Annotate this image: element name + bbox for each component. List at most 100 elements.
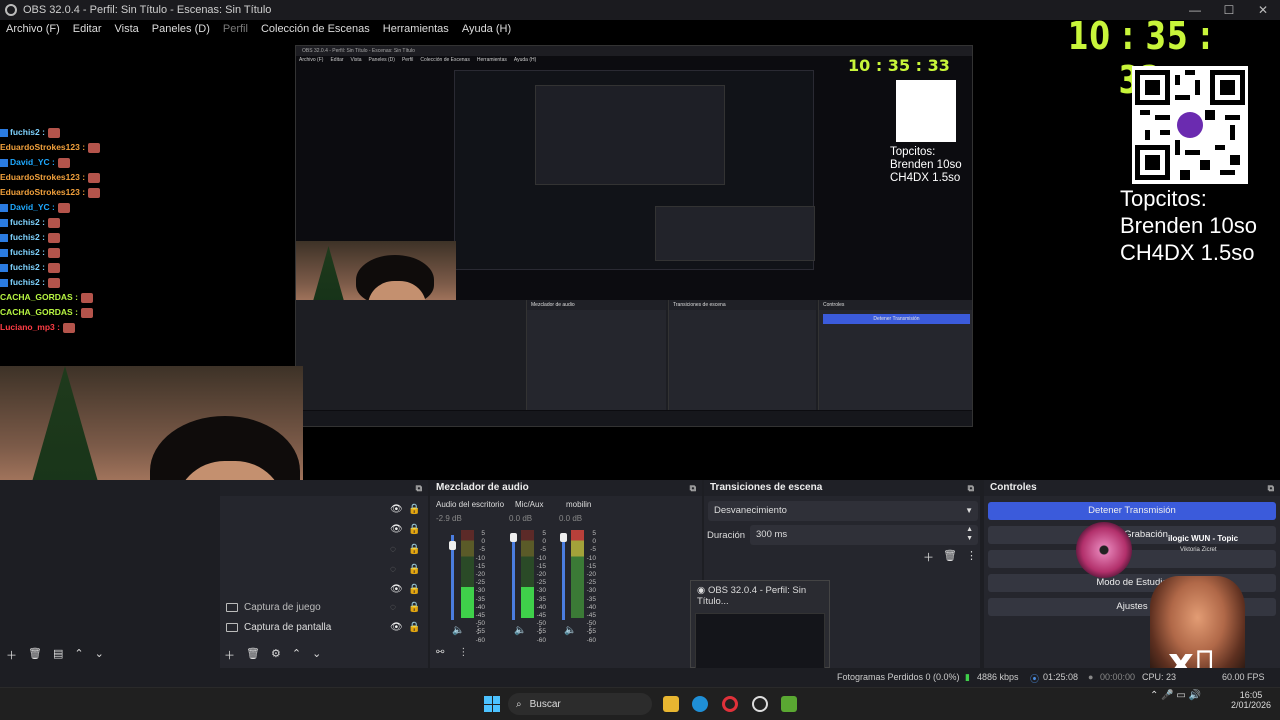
add-icon[interactable]: ＋ [6, 647, 17, 663]
link-icon[interactable]: ⚯ [436, 647, 444, 658]
move-up-icon[interactable]: ⌃ [74, 647, 83, 663]
file-explorer-icon[interactable] [663, 696, 679, 712]
badge-icon [0, 278, 8, 287]
transition-select[interactable]: Desvanecimiento ▼ [708, 501, 978, 521]
emote-icon [47, 262, 60, 273]
lock-icon[interactable]: 🔒 [408, 564, 420, 575]
float-panel-icon[interactable]: ⧉ [416, 480, 422, 496]
spin-arrows-icon[interactable]: ▲ ▼ [966, 525, 973, 543]
emote-icon [88, 187, 101, 198]
sources-header: ⧉ [220, 480, 428, 496]
more-icon[interactable]: ⋮ [458, 647, 468, 658]
source-row-game-capture[interactable]: Captura de juego ◌ 🔒 [226, 598, 428, 616]
more-icon[interactable]: ⋮ [535, 625, 545, 636]
source-row-hidden-4[interactable]: ◌ 🔒 [226, 560, 428, 578]
emote-icon [88, 142, 101, 153]
mixer-channel-1-name: Audio del escritorio [436, 500, 505, 509]
badge-icon [0, 233, 8, 242]
menu-herramientas[interactable]: Herramientas [383, 23, 449, 35]
trash-icon[interactable]: 🗑 [246, 647, 260, 663]
edge-browser-icon[interactable] [692, 696, 708, 712]
taskbar-search[interactable]: ⌕ Buscar [508, 693, 652, 715]
taskbar-clock[interactable]: 16:05 2/01/2026 [1226, 690, 1276, 710]
trash-icon[interactable]: 🗑 [943, 549, 957, 565]
chevron-up-icon[interactable]: ⌃ [1150, 690, 1158, 701]
more-icon[interactable]: ⋮ [966, 549, 977, 565]
nested-mixer-title: Mezclador de audio [527, 300, 666, 310]
gamepad-icon [226, 602, 238, 612]
close-button[interactable]: ✕ [1246, 0, 1280, 20]
lock-icon[interactable]: 🔒 [408, 584, 420, 595]
menu-paneles[interactable]: Paneles (D) [152, 23, 210, 35]
more-icon[interactable]: ⋮ [585, 625, 595, 636]
menu-editar[interactable]: Editar [73, 23, 102, 35]
add-source-icon[interactable]: ＋ [224, 647, 235, 663]
chat-message: David_YC : [0, 155, 170, 170]
nested-stream-button: Detener Transmisión [823, 314, 970, 324]
speaker-icon[interactable]: 🔈 [514, 625, 526, 636]
eye-icon[interactable]: 👁 [390, 584, 403, 595]
menu-vista[interactable]: Vista [115, 23, 139, 35]
speaker-icon[interactable]: 🔈 [564, 625, 576, 636]
network-icon[interactable]: ▭ [1176, 690, 1185, 701]
volume-fader[interactable] [562, 535, 565, 620]
float-panel-icon[interactable]: ⧉ [690, 480, 696, 496]
gear-icon[interactable]: ⚙ [271, 647, 281, 663]
song-title: ilogic WUN - Topic [1168, 534, 1239, 543]
lock-icon[interactable]: 🔒 [408, 544, 420, 555]
sources-toolbar: ＋ 🗑 ⚙ ⌃ ⌄ [224, 647, 321, 663]
source-row-hidden-2[interactable]: 👁 🔒 [226, 520, 428, 538]
emote-icon [80, 292, 93, 303]
menu-ayuda[interactable]: Ayuda (H) [462, 23, 511, 35]
lock-icon[interactable]: 🔒 [408, 504, 420, 515]
chat-username: EduardoStrokes123 : [0, 142, 86, 152]
lock-icon[interactable]: 🔒 [408, 602, 420, 613]
source-row-screen-capture[interactable]: Captura de pantalla 👁 🔒 [226, 618, 428, 636]
eye-hidden-icon[interactable]: ◌ [390, 564, 396, 575]
eye-hidden-icon[interactable]: ◌ [390, 544, 396, 555]
fader-knob[interactable] [449, 541, 456, 550]
fader-knob[interactable] [560, 533, 567, 542]
source-row-hidden-3[interactable]: ◌ 🔒 [226, 540, 428, 558]
emote-icon [57, 157, 70, 168]
chat-message: EduardoStrokes123 : [0, 140, 170, 155]
chat-message: fuchis2 : [0, 275, 170, 290]
trash-icon[interactable]: 🗑 [28, 647, 42, 663]
menu-perfil[interactable]: Perfil [223, 23, 248, 35]
obs-taskbar-icon[interactable] [752, 696, 768, 712]
menu-coleccion-escenas[interactable]: Colección de Escenas [261, 23, 370, 35]
lock-icon[interactable]: 🔒 [408, 524, 420, 535]
move-up-icon[interactable]: ⌃ [292, 647, 301, 663]
source-row-hidden-1[interactable]: 👁 🔒 [226, 500, 428, 518]
mic-icon[interactable]: 🎤 [1161, 690, 1173, 701]
volume-fader[interactable] [512, 535, 515, 620]
menu-archivo[interactable]: Archivo (F) [6, 23, 60, 35]
filter-icon[interactable]: ▤ [53, 647, 63, 663]
windows-start-icon[interactable] [484, 696, 500, 712]
eye-hidden-icon[interactable]: ◌ [390, 602, 396, 613]
eye-icon[interactable]: 👁 [390, 524, 403, 535]
volume-icon[interactable]: 🔊 [1189, 690, 1201, 701]
eye-icon[interactable]: 👁 [390, 622, 403, 633]
topcitos-heading: Topcitos: [1120, 186, 1207, 211]
move-down-icon[interactable]: ⌄ [312, 647, 321, 663]
stop-stream-button[interactable]: Detener Transmisión [988, 502, 1276, 520]
taskbar-preview-popup[interactable]: ◉ OBS 32.0.4 - Perfil: Sin Título... [690, 580, 830, 669]
nested-menu-item: Archivo (F) [299, 57, 324, 63]
source-row-hidden-5[interactable]: 👁 🔒 [226, 580, 428, 598]
emote-icon [47, 247, 60, 258]
float-panel-icon[interactable]: ⧉ [1268, 480, 1274, 496]
fader-knob[interactable] [510, 533, 517, 542]
opera-browser-icon[interactable] [722, 696, 738, 712]
eye-icon[interactable]: 👁 [390, 504, 403, 515]
speaker-icon[interactable]: 🔈 [452, 625, 464, 636]
more-icon[interactable]: ⋮ [473, 625, 483, 636]
float-panel-icon[interactable]: ⧉ [968, 480, 974, 496]
minecraft-icon[interactable] [781, 696, 797, 712]
duration-input[interactable]: 300 ms ▲ ▼ [750, 525, 978, 545]
move-down-icon[interactable]: ⌄ [95, 647, 104, 663]
mixer-channel-2-name: Mic/Aux [515, 500, 544, 509]
add-icon[interactable]: ＋ [923, 549, 934, 565]
lock-icon[interactable]: 🔒 [408, 622, 420, 633]
chat-username: EduardoStrokes123 : [0, 187, 86, 197]
